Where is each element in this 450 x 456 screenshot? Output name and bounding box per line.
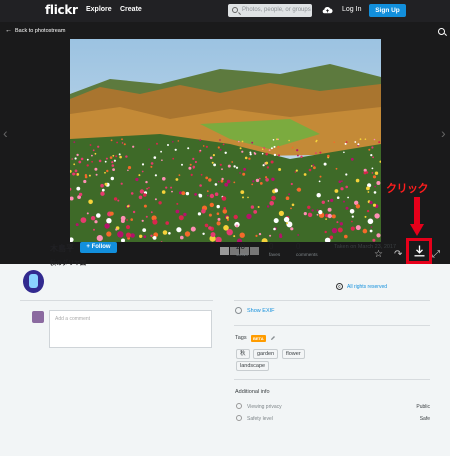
top-navigation-bar: flickr Explore Create Photos, people, or… (0, 0, 450, 22)
thumbnail[interactable] (250, 247, 259, 255)
tag-chip[interactable]: 秋 (236, 349, 250, 359)
upload-cloud-icon[interactable] (322, 5, 333, 16)
license-link[interactable]: All rights reserved (347, 284, 387, 290)
back-arrow-icon: ← (5, 27, 12, 34)
divider (234, 300, 430, 301)
owner-avatar[interactable] (23, 270, 44, 293)
comment-placeholder: Add a comment (55, 316, 91, 322)
nav-create[interactable]: Create (120, 6, 142, 13)
date-taken[interactable]: Taken on March 23, 2017 (334, 244, 396, 250)
flickr-logo[interactable]: flickr (45, 3, 78, 17)
privacy-icon (236, 403, 242, 409)
nav-explore[interactable]: Explore (86, 6, 112, 13)
views-count: 20 (236, 242, 245, 251)
download-icon[interactable] (413, 245, 426, 257)
search-input[interactable]: Photos, people, or groups (228, 4, 312, 17)
show-exif-link[interactable]: Show EXIF (247, 308, 275, 314)
main-photo (70, 39, 381, 242)
tag-chip[interactable]: flower (282, 349, 305, 359)
back-to-photostream-link[interactable]: ← Back to photostream (5, 27, 65, 34)
photo-viewer: ← Back to photostream ‹ › ☆ ↷ ⤢ (0, 22, 450, 264)
tags-title: Tags (235, 335, 247, 341)
follow-button[interactable]: + Follow (80, 242, 117, 253)
back-label: Back to photostream (15, 28, 66, 34)
comment-input[interactable]: Add a comment (49, 310, 212, 348)
next-photo-icon[interactable]: › (441, 125, 446, 141)
safety-level-value: Safe (419, 416, 430, 422)
signup-button[interactable]: Sign Up (369, 4, 406, 17)
exif-icon (235, 307, 242, 314)
viewing-privacy-label: Viewing privacy (247, 404, 282, 410)
safety-level-label: Safety level (247, 416, 273, 422)
viewing-privacy-value: Public (416, 404, 430, 410)
commenter-avatar (32, 311, 44, 323)
search-icon (232, 7, 238, 13)
faves-count: 0 (269, 242, 274, 251)
fullscreen-icon[interactable]: ⤢ (432, 249, 440, 260)
edit-pencil-icon[interactable] (270, 335, 276, 341)
additional-info-title: Additional info (235, 389, 270, 395)
safety-icon (236, 415, 242, 421)
comments-count: 0 (296, 242, 301, 251)
previous-photo-icon[interactable]: ‹ (3, 125, 8, 141)
viewer-search-icon[interactable] (438, 28, 445, 35)
copyright-icon: © (336, 283, 343, 290)
divider (20, 300, 213, 301)
favorite-star-icon[interactable]: ☆ (374, 249, 383, 260)
divider (234, 379, 430, 380)
tag-chip[interactable]: landscape (236, 361, 270, 371)
comments-label: comments (296, 252, 318, 257)
owner-name[interactable]: 木島平 (50, 243, 74, 254)
click-annotation: クリック (386, 183, 429, 195)
tag-chip[interactable]: garden (253, 349, 279, 359)
search-placeholder: Photos, people, or groups (242, 7, 311, 13)
share-icon[interactable]: ↷ (394, 249, 402, 260)
thumbnail[interactable] (220, 247, 229, 255)
login-link[interactable]: Log In (342, 6, 361, 13)
photo-title: 秋のダリヤ園 (50, 261, 87, 267)
divider (234, 325, 430, 326)
beta-badge: BETA (251, 335, 266, 342)
faves-label: faves (269, 252, 281, 257)
views-label: views (236, 252, 248, 257)
annotation-arrow-icon (410, 197, 424, 236)
